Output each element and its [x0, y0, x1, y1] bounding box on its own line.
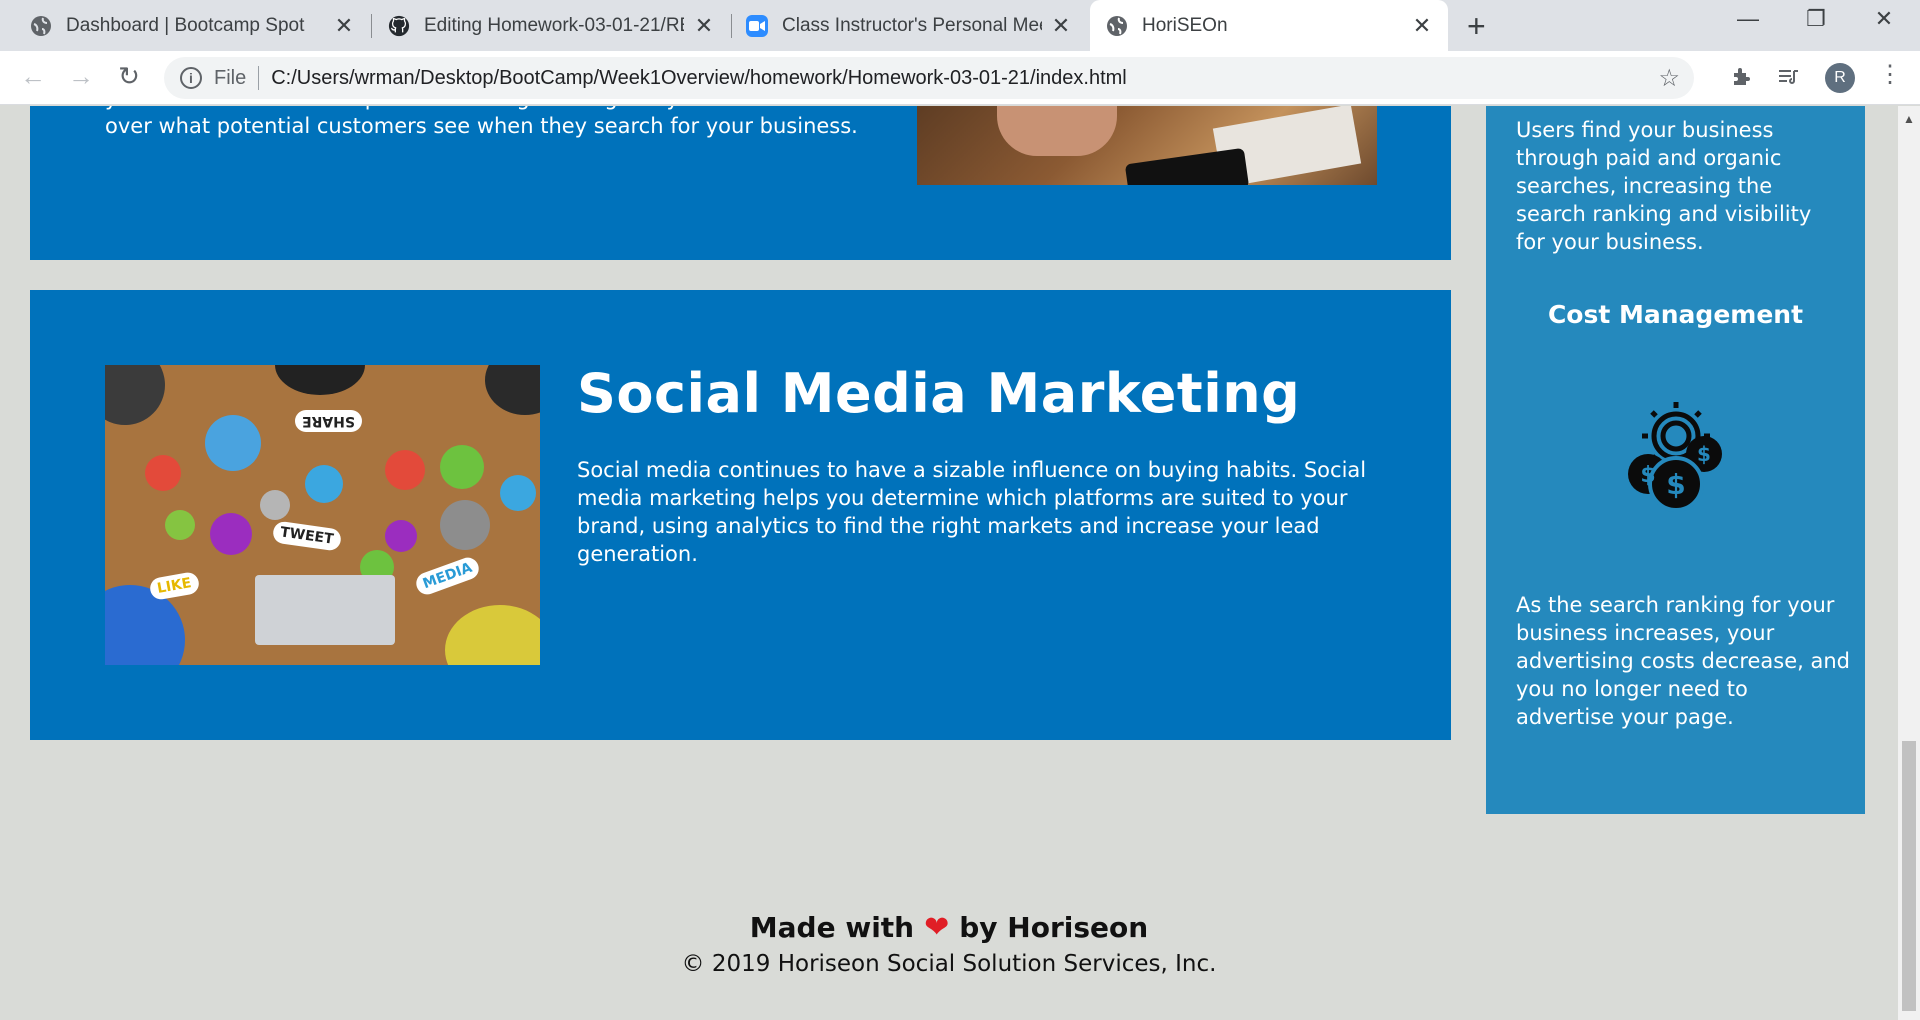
close-icon[interactable]: ✕ [692, 13, 716, 39]
svg-text:$: $ [1666, 468, 1685, 501]
tab-zoom[interactable]: Class Instructor's Personal Meetin ✕ [732, 0, 1087, 51]
image-label: SHARE [295, 410, 362, 432]
image-label: TWEET [271, 520, 342, 552]
new-tab-icon[interactable]: + [1467, 8, 1486, 45]
tab-title: Dashboard | Bootcamp Spot [66, 14, 305, 36]
made-with-prefix: Made with [749, 911, 915, 944]
restore-icon[interactable]: ❐ [1786, 6, 1846, 32]
scrollbar-thumb[interactable] [1902, 741, 1916, 1011]
close-icon[interactable]: ✕ [1049, 13, 1073, 39]
url-scheme: File [214, 66, 247, 89]
image-label: LIKE [148, 570, 201, 602]
minimize-icon[interactable]: — [1718, 6, 1778, 32]
close-icon[interactable]: ✕ [332, 13, 356, 39]
bookmark-star-icon[interactable]: ☆ [1658, 64, 1680, 93]
page-viewport: your business. Online Reputation Managem… [0, 106, 1898, 1020]
media-queue-icon[interactable] [1776, 65, 1800, 95]
made-with-suffix: by Horiseon [959, 911, 1149, 944]
reputation-image [917, 106, 1377, 185]
cost-management-icon: $ $ $ [1628, 402, 1722, 512]
globe-icon [30, 15, 52, 37]
zoom-icon [746, 14, 768, 37]
tab-dashboard[interactable]: Dashboard | Bootcamp Spot ✕ [0, 0, 370, 51]
image-label: MEDIA [413, 554, 482, 598]
cost-management-text: As the search ranking for your business … [1516, 593, 1851, 729]
url-text[interactable]: C:/Users/wrman/Desktop/BootCamp/Week1Ove… [271, 67, 1127, 90]
made-with-line: Made with ❤ by Horiseon [0, 910, 1898, 945]
globe-icon [1106, 15, 1128, 37]
online-reputation-panel: your business. Online Reputation Managem… [30, 106, 1451, 260]
extensions-icon[interactable] [1730, 65, 1754, 95]
smm-heading: Social Media Marketing [577, 362, 1301, 425]
cost-management-heading: Cost Management [1547, 300, 1804, 329]
url-divider [258, 66, 260, 90]
reload-icon[interactable]: ↻ [112, 61, 146, 92]
tab-horiseon[interactable]: HoriSEOn ✕ [1090, 0, 1448, 51]
menu-kebab-icon[interactable]: ⋮ [1878, 60, 1902, 89]
scroll-up-icon[interactable]: ▲ [1903, 112, 1915, 126]
social-media-image: SHARE TWEET LIKE MEDIA [105, 365, 540, 665]
vertical-scrollbar[interactable]: ▲ [1898, 106, 1920, 1020]
back-icon[interactable]: ← [16, 61, 50, 92]
heart-icon: ❤ [924, 910, 950, 945]
social-media-marketing-panel: SHARE TWEET LIKE MEDIA Social Media Mark… [30, 290, 1451, 740]
tab-title: Editing Homework-03-01-21/REA [424, 14, 684, 36]
svg-text:$: $ [1697, 442, 1711, 466]
smm-body: Social media continues to have a sizable… [577, 458, 1367, 566]
window-close-icon[interactable]: ✕ [1854, 6, 1914, 32]
address-bar[interactable]: i File C:/Users/wrman/Desktop/BootCamp/W… [164, 57, 1694, 99]
page-footer: Made with ❤ by Horiseon © 2019 Horiseon … [0, 910, 1898, 977]
tab-title: Class Instructor's Personal Meetin [782, 14, 1042, 36]
copyright-text: © 2019 Horiseon Social Solution Services… [681, 951, 1217, 977]
tab-github[interactable]: Editing Homework-03-01-21/REA ✕ [372, 0, 730, 51]
browser-toolbar: ← → ↻ i File C:/Users/wrman/Desktop/Boot… [0, 51, 1920, 105]
svg-text:$: $ [1640, 463, 1655, 488]
lead-generation-text: Users find your business through paid an… [1516, 118, 1812, 254]
tab-strip: Dashboard | Bootcamp Spot ✕ Editing Home… [0, 0, 1920, 51]
github-icon [388, 15, 410, 37]
benefits-sidebar: Users find your business through paid an… [1486, 106, 1865, 814]
close-icon[interactable]: ✕ [1410, 13, 1434, 39]
info-icon[interactable]: i [180, 67, 202, 89]
profile-avatar[interactable]: R [1825, 63, 1855, 93]
reputation-text: your business. Online Reputation Managem… [105, 106, 858, 138]
tab-title: HoriSEOn [1142, 14, 1228, 36]
forward-icon[interactable]: → [64, 61, 98, 92]
